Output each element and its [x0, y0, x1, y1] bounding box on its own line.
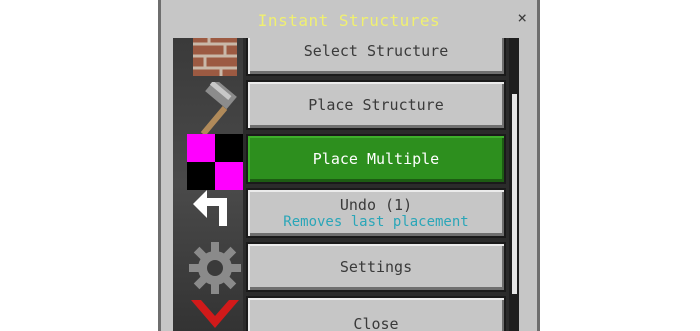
button-label: Select Structure — [303, 41, 449, 60]
place-multiple-button[interactable]: Place Multiple — [246, 134, 506, 184]
chevron-down-icon — [191, 300, 239, 328]
undo-arrow-icon — [193, 190, 227, 226]
title-bar: Instant Structures × — [161, 0, 537, 38]
button-label: Undo (1) — [339, 195, 413, 214]
button-label: Place Structure — [308, 95, 444, 114]
settings-button[interactable]: Settings — [246, 242, 506, 292]
hammer-icon — [200, 82, 237, 136]
select-structure-button[interactable]: Select Structure — [246, 38, 506, 76]
brick-block-icon — [193, 38, 237, 76]
instant-structures-dialog: Instant Structures × Select Structure Pl… — [158, 0, 540, 331]
gear-icon — [189, 242, 241, 294]
close-icon[interactable]: × — [517, 10, 527, 26]
close-button[interactable]: Close — [246, 296, 506, 331]
button-label: Close — [353, 315, 399, 331]
place-structure-button[interactable]: Place Structure — [246, 80, 506, 130]
button-label: Settings — [339, 257, 413, 276]
undo-button[interactable]: Undo (1) Removes last placement — [246, 188, 506, 238]
menu-content: Select Structure Place Structure Place M… — [173, 38, 519, 331]
magenta-checker-icon — [187, 134, 243, 190]
scrollbar-thumb[interactable] — [512, 94, 517, 294]
undo-description: Removes last placement — [283, 213, 469, 230]
dialog-title: Instant Structures — [257, 11, 441, 30]
icon-column — [173, 38, 243, 331]
button-label: Place Multiple — [312, 149, 440, 168]
